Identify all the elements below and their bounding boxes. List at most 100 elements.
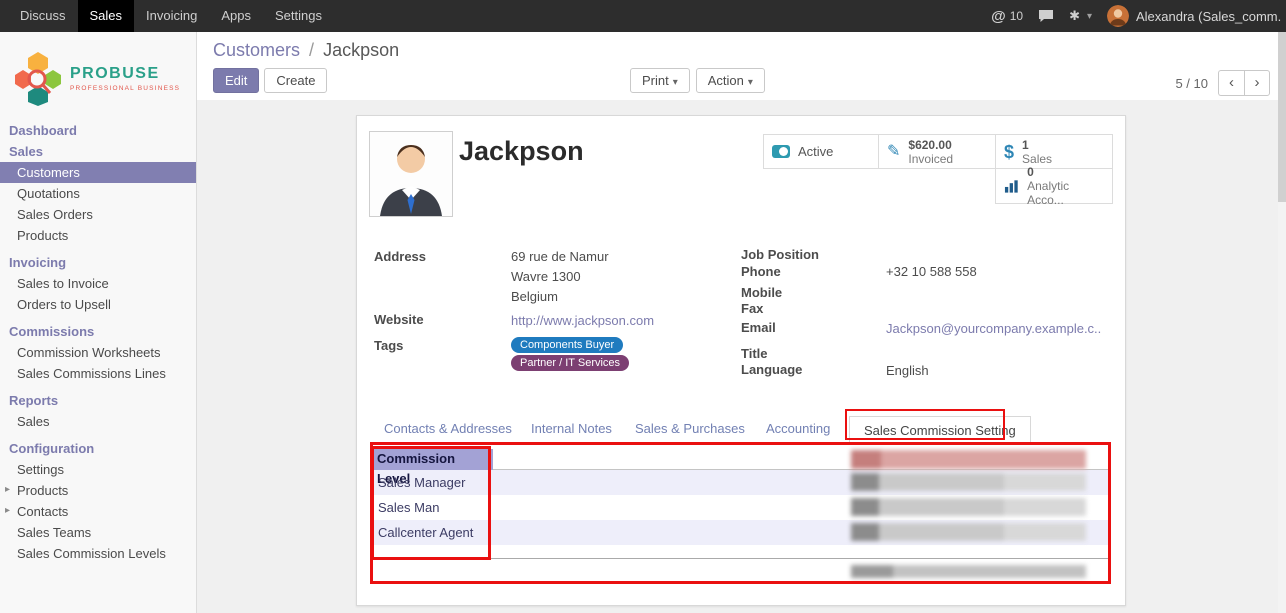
sidebar-item-reports-sales[interactable]: Sales	[0, 411, 196, 432]
column-header-commission-level[interactable]: Commission Level	[373, 449, 493, 470]
sidebar-item-label: Contacts	[17, 504, 68, 519]
sidebar-item-config-contacts[interactable]: ▸ Contacts	[0, 501, 196, 522]
top-menubar: Discuss Sales Invoicing Apps Settings @ …	[0, 0, 1286, 32]
menu-apps[interactable]: Apps	[209, 0, 263, 32]
active-toggle-icon	[772, 145, 790, 158]
main-area: Customers / Jackpson Edit Create Print ▾ …	[197, 32, 1278, 613]
debug-icon: ✱	[1069, 8, 1080, 24]
table-row-sales-manager[interactable]: Sales Manager	[373, 470, 1111, 495]
scrollbar-thumb[interactable]	[1278, 32, 1286, 202]
tag-partner-it-services[interactable]: Partner / IT Services	[511, 355, 629, 371]
probuse-logo[interactable]: PROBUSE PROFESSIONAL BUSINESS	[0, 32, 196, 120]
breadcrumb-separator: /	[305, 40, 318, 60]
chevron-right-icon: ▸	[5, 505, 10, 516]
sidebar-item-products[interactable]: Products	[0, 225, 196, 246]
invoiced-stat-button[interactable]: ✎ $620.00 Invoiced	[878, 134, 996, 169]
sidebar-heading-configuration[interactable]: Configuration	[0, 438, 196, 459]
control-panel: Customers / Jackpson Edit Create Print ▾ …	[197, 32, 1278, 100]
sidebar-heading-sales[interactable]: Sales	[0, 141, 196, 162]
mention-count-badge: 10	[1010, 9, 1023, 23]
print-label: Print	[642, 73, 669, 88]
address-line2: Wavre 1300	[511, 269, 581, 284]
customer-photo[interactable]	[369, 131, 453, 217]
logo-title: PROBUSE	[70, 65, 180, 83]
mentions-button[interactable]: @ 10	[991, 8, 1023, 25]
user-menu[interactable]: Alexandra (Sales_comm..	[1107, 5, 1282, 27]
menu-discuss[interactable]: Discuss	[8, 0, 78, 32]
invoiced-label: Invoiced	[908, 152, 953, 166]
print-action-buttons: Print ▾ Action▾	[630, 68, 765, 93]
debug-menu-button[interactable]: ✱ ▾	[1069, 8, 1092, 24]
website-link[interactable]: http://www.jackpson.com	[511, 313, 654, 328]
form-buttons: Edit Create	[213, 68, 327, 93]
pencil-icon: ✎	[887, 144, 900, 160]
sidebar-item-sales-to-invoice[interactable]: Sales to Invoice	[0, 273, 196, 294]
sidebar-item-orders-to-upsell[interactable]: Orders to Upsell	[0, 294, 196, 315]
job-position-label: Job Position	[741, 247, 819, 262]
tab-sales-purchases[interactable]: Sales & Purchases	[635, 421, 745, 436]
table-header-row: Commission Level	[373, 449, 1111, 470]
probuse-logo-text: PROBUSE PROFESSIONAL BUSINESS	[70, 65, 180, 92]
topbar-right: @ 10 ✱ ▾ Alexandra	[991, 5, 1286, 27]
user-name: Alexandra (Sales_comm..	[1136, 9, 1282, 24]
messages-button[interactable]	[1038, 9, 1054, 23]
sidebar-heading-reports[interactable]: Reports	[0, 390, 196, 411]
table-footer-row	[373, 562, 1111, 577]
language-label: Language	[741, 362, 802, 377]
table-row-callcenter-agent[interactable]: Callcenter Agent	[373, 520, 1111, 545]
sidebar-item-commission-worksheets[interactable]: Commission Worksheets	[0, 342, 196, 363]
sidebar-item-customers[interactable]: Customers	[0, 162, 196, 183]
customer-name-title: Jackpson	[459, 136, 584, 167]
print-dropdown-button[interactable]: Print ▾	[630, 68, 690, 93]
fax-label: Fax	[741, 301, 763, 316]
tab-internal-notes[interactable]: Internal Notes	[531, 421, 612, 436]
active-stat-button[interactable]: Active	[763, 134, 879, 169]
pager-buttons: ‹ ›	[1218, 70, 1270, 96]
sidebar-item-dashboard[interactable]: Dashboard	[0, 120, 196, 141]
language-value: English	[886, 363, 929, 378]
app-window: Discuss Sales Invoicing Apps Settings @ …	[0, 0, 1286, 613]
probuse-logo-icon	[12, 50, 64, 106]
create-button[interactable]: Create	[264, 68, 327, 93]
sidebar-item-sales-orders[interactable]: Sales Orders	[0, 204, 196, 225]
customer-avatar-image	[370, 132, 452, 216]
pager-previous-button[interactable]: ‹	[1218, 70, 1244, 96]
breadcrumb-current: Jackpson	[323, 40, 399, 60]
sidebar-item-quotations[interactable]: Quotations	[0, 183, 196, 204]
tag-components-buyer[interactable]: Components Buyer	[511, 337, 623, 353]
analytic-label: Analytic Acco...	[1027, 179, 1104, 207]
vertical-scrollbar[interactable]	[1278, 32, 1286, 613]
menu-sales[interactable]: Sales	[78, 0, 135, 32]
menu-settings[interactable]: Settings	[263, 0, 334, 32]
sidebar-item-sales-commission-levels[interactable]: Sales Commission Levels	[0, 543, 196, 564]
sidebar-heading-invoicing[interactable]: Invoicing	[0, 252, 196, 273]
sales-stat-button[interactable]: $ 1 Sales	[995, 134, 1113, 169]
record-sheet: Jackpson Active ✎ $620.00 Invoiced $ 1 S…	[356, 115, 1126, 606]
chevron-right-icon: ▸	[5, 484, 10, 495]
sidebar-item-settings[interactable]: Settings	[0, 459, 196, 480]
tab-sales-commission-setting[interactable]: Sales Commission Setting	[849, 416, 1031, 443]
logo-subtitle: PROFESSIONAL BUSINESS	[70, 85, 180, 92]
pager-next-button[interactable]: ›	[1244, 70, 1270, 96]
caret-down-icon: ▾	[673, 77, 678, 88]
table-row-sales-man[interactable]: Sales Man	[373, 495, 1111, 520]
phone-value: +32 10 588 558	[886, 264, 977, 279]
dollar-icon: $	[1004, 144, 1014, 160]
sidebar-item-sales-teams[interactable]: Sales Teams	[0, 522, 196, 543]
address-line1: 69 rue de Namur	[511, 249, 609, 264]
mobile-label: Mobile	[741, 285, 782, 300]
notebook-tabs: Contacts & Addresses Internal Notes Sale…	[373, 416, 1111, 443]
sidebar-item-config-products[interactable]: ▸ Products	[0, 480, 196, 501]
tab-contacts-addresses[interactable]: Contacts & Addresses	[384, 421, 512, 436]
table-row-empty	[373, 545, 1111, 558]
action-dropdown-button[interactable]: Action▾	[696, 68, 765, 93]
tab-accounting[interactable]: Accounting	[766, 421, 830, 436]
sidebar-item-sales-commissions-lines[interactable]: Sales Commissions Lines	[0, 363, 196, 384]
sidebar-heading-commissions[interactable]: Commissions	[0, 321, 196, 342]
edit-button[interactable]: Edit	[213, 68, 259, 93]
address-line3: Belgium	[511, 289, 558, 304]
analytic-stat-button[interactable]: 0 Analytic Acco...	[995, 168, 1113, 204]
breadcrumb-customers-link[interactable]: Customers	[213, 40, 300, 60]
menu-invoicing[interactable]: Invoicing	[134, 0, 209, 32]
email-link[interactable]: Jackpson@yourcompany.example.c..	[886, 321, 1101, 336]
